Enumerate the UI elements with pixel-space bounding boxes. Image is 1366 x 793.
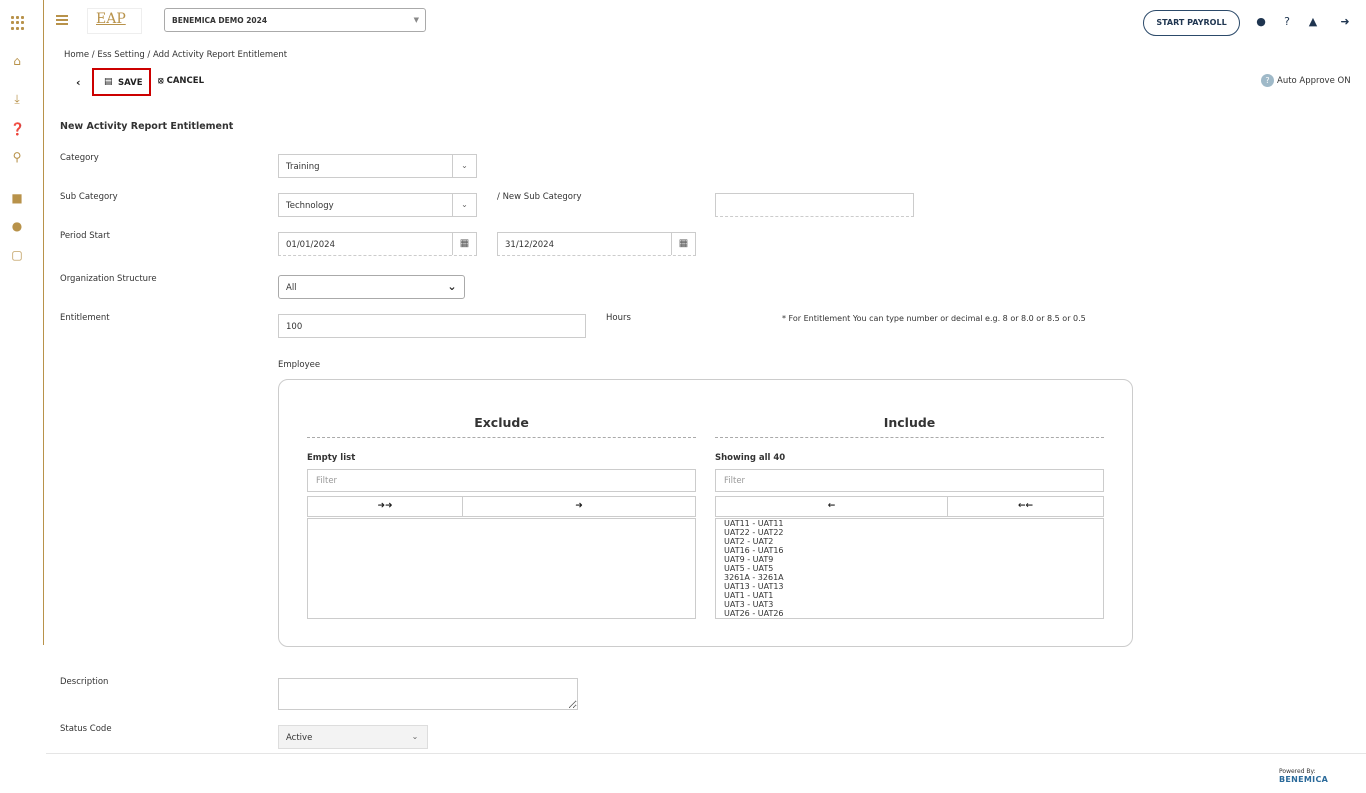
- exclude-info: Empty list: [307, 453, 356, 463]
- list-item[interactable]: 3261A - 3261A: [716, 573, 1103, 582]
- company-select[interactable]: BENEMICA DEMO 2024 ▼: [164, 8, 426, 32]
- period-start-value: 01/01/2024: [286, 240, 335, 250]
- org-structure-label: Organization Structure: [60, 274, 157, 284]
- save-icon: ▤: [104, 77, 113, 87]
- powered-by: Powered By: BENEMICA: [1279, 768, 1366, 784]
- filter-placeholder: Filter: [724, 476, 746, 486]
- entitlement-note: * For Entitlement You can type number or…: [782, 314, 1086, 323]
- cancel-icon: ⦻: [158, 76, 164, 86]
- subcategory-select[interactable]: Technology ⌄: [278, 193, 477, 217]
- period-end-value: 31/12/2024: [505, 240, 554, 250]
- hamburger-menu-icon[interactable]: [56, 15, 68, 27]
- entitlement-value: 100: [286, 322, 303, 332]
- list-item[interactable]: UAT22 - UAT22: [716, 528, 1103, 537]
- chevron-down-icon: ▼: [413, 16, 419, 24]
- period-end-input[interactable]: 31/12/2024 ▦: [497, 232, 696, 256]
- lightbulb-icon[interactable]: ⚲: [10, 150, 24, 164]
- entitlement-input[interactable]: 100: [278, 314, 586, 338]
- download-icon[interactable]: ⤓: [10, 92, 24, 106]
- category-select[interactable]: Training ⌄: [278, 154, 477, 178]
- list-item[interactable]: UAT5 - UAT5: [716, 564, 1103, 573]
- sidebar: ⌂ ⤓ ❓ ⚲ ■ ● ▢: [0, 0, 44, 645]
- apps-grid-icon[interactable]: [11, 16, 25, 30]
- help-circle-icon[interactable]: ?: [1281, 16, 1293, 28]
- powered-by-label: Powered By:: [1279, 768, 1316, 775]
- logo-text: EAP: [96, 11, 126, 27]
- back-chevron-icon[interactable]: ‹: [76, 76, 81, 89]
- document-icon[interactable]: ▢: [10, 248, 24, 262]
- subcategory-value: Technology: [286, 201, 334, 211]
- category-label: Category: [60, 153, 99, 163]
- org-structure-select[interactable]: All ⌄: [278, 275, 465, 299]
- start-payroll-button[interactable]: START PAYROLL: [1143, 10, 1240, 36]
- user-icon[interactable]: ●: [1255, 16, 1267, 28]
- save-button[interactable]: ▤ SAVE: [92, 68, 151, 96]
- logout-icon[interactable]: ➜: [1339, 16, 1351, 28]
- org-structure-value: All: [286, 283, 297, 293]
- chevron-down-icon: ⌄: [411, 732, 419, 741]
- save-label: SAVE: [118, 78, 143, 88]
- entitlement-label: Entitlement: [60, 313, 110, 323]
- chevron-down-icon: ⌄: [452, 155, 476, 177]
- home-icon[interactable]: ⌂: [10, 54, 24, 68]
- divider: [715, 437, 1104, 438]
- exclude-title: Exclude: [474, 415, 529, 430]
- include-title: Include: [883, 415, 936, 430]
- period-start-input[interactable]: 01/01/2024 ▦: [278, 232, 477, 256]
- cancel-label: CANCEL: [166, 76, 204, 86]
- chevron-down-icon: ⌄: [447, 280, 457, 293]
- exclude-filter-input[interactable]: Filter: [307, 469, 696, 492]
- footer-divider: [46, 753, 1366, 754]
- list-item[interactable]: UAT11 - UAT11: [716, 519, 1103, 528]
- divider: [307, 437, 696, 438]
- status-code-select[interactable]: Active ⌄: [278, 725, 428, 749]
- employee-label: Employee: [278, 360, 321, 370]
- status-code-value: Active: [286, 733, 313, 743]
- include-filter-input[interactable]: Filter: [715, 469, 1104, 492]
- breadcrumb[interactable]: Home / Ess Setting / Add Activity Report…: [64, 50, 287, 60]
- list-item[interactable]: UAT1 - UAT1: [716, 591, 1103, 600]
- chevron-down-icon: ⌄: [452, 194, 476, 216]
- calendar-icon[interactable]: ▦: [452, 233, 476, 255]
- list-item[interactable]: UAT16 - UAT16: [716, 546, 1103, 555]
- calendar-icon[interactable]: ▦: [671, 233, 695, 255]
- include-list[interactable]: UAT11 - UAT11 UAT22 - UAT22 UAT2 - UAT2 …: [715, 518, 1104, 619]
- move-all-right-button[interactable]: ➜➜: [307, 496, 463, 517]
- company-logo: EAP: [87, 8, 142, 34]
- brand-logo: BENEMICA: [1279, 775, 1329, 784]
- move-selected-right-button[interactable]: ➜: [462, 496, 696, 517]
- list-item[interactable]: UAT3 - UAT3: [716, 600, 1103, 609]
- include-info: Showing all 40: [715, 453, 786, 463]
- move-all-left-button[interactable]: ←←: [947, 496, 1104, 517]
- move-selected-left-button[interactable]: ←: [715, 496, 948, 517]
- description-textarea[interactable]: [278, 678, 578, 710]
- help-icon[interactable]: ❓: [10, 122, 25, 136]
- android-icon[interactable]: ■: [10, 191, 24, 205]
- status-code-label: Status Code: [60, 724, 112, 734]
- filter-placeholder: Filter: [316, 476, 338, 486]
- bell-icon[interactable]: ▲: [1307, 16, 1319, 28]
- auto-approve-status: ? Auto Approve ON: [1261, 74, 1351, 87]
- hours-label: Hours: [606, 313, 631, 323]
- list-item[interactable]: UAT26 - UAT26: [716, 609, 1103, 618]
- form-title: New Activity Report Entitlement: [60, 121, 234, 132]
- auto-approve-label: Auto Approve ON: [1277, 76, 1351, 86]
- list-item[interactable]: UAT2 - UAT2: [716, 537, 1103, 546]
- cancel-button[interactable]: ⦻ CANCEL: [158, 76, 204, 86]
- list-item[interactable]: UAT9 - UAT9: [716, 555, 1103, 564]
- period-label: Period Start: [60, 231, 110, 241]
- subcategory-label: Sub Category: [60, 192, 118, 202]
- description-label: Description: [60, 677, 109, 687]
- new-subcategory-input[interactable]: [715, 193, 914, 217]
- exclude-list[interactable]: [307, 518, 696, 619]
- list-item[interactable]: UAT13 - UAT13: [716, 582, 1103, 591]
- info-icon[interactable]: ?: [1261, 74, 1274, 87]
- company-select-value: BENEMICA DEMO 2024: [172, 16, 268, 25]
- apple-icon[interactable]: ●: [10, 219, 24, 233]
- category-value: Training: [286, 162, 320, 172]
- new-subcategory-label: / New Sub Category: [497, 192, 582, 202]
